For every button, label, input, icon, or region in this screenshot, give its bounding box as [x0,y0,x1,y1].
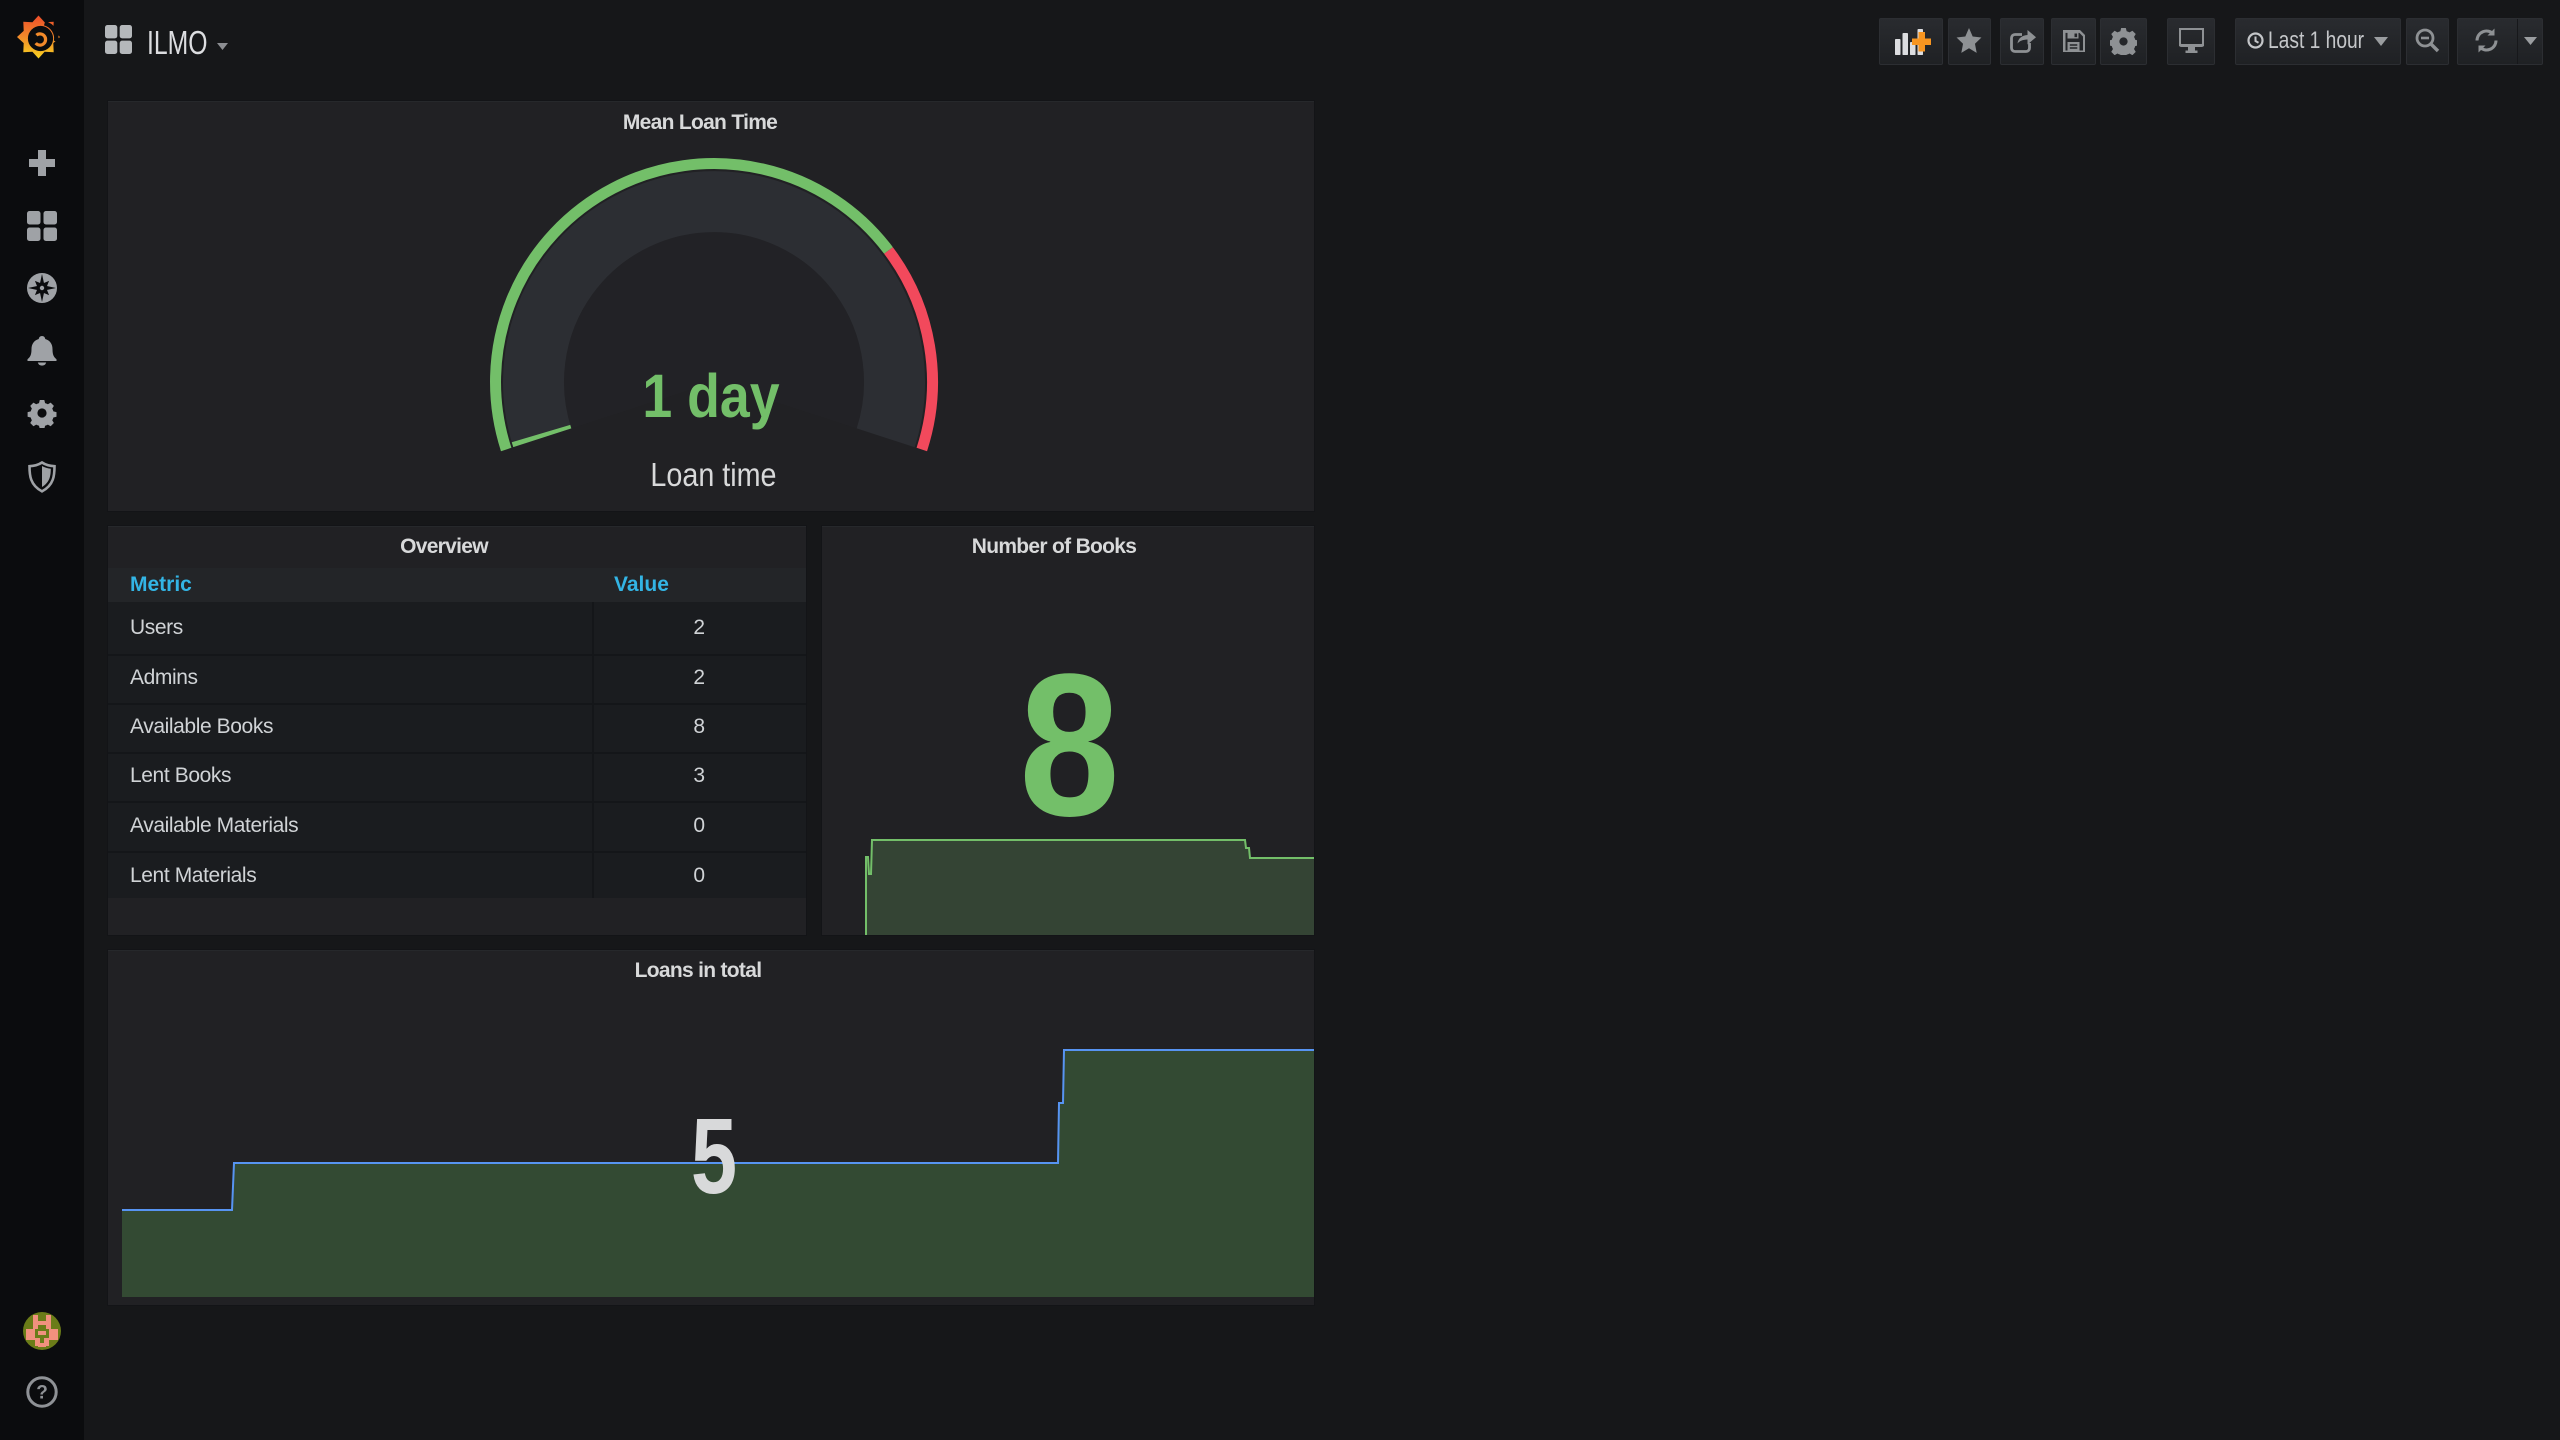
svg-text:?: ? [36,1383,48,1404]
